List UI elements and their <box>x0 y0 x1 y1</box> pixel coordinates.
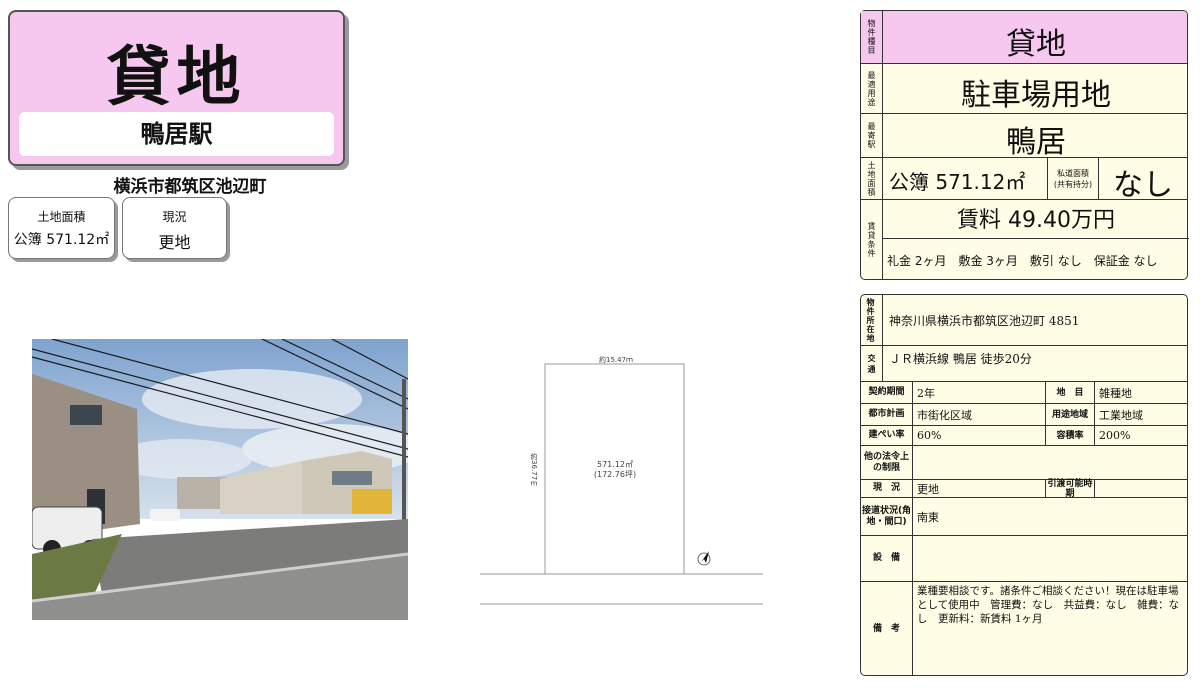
spec-private-road-label: 私道面積 <box>1057 169 1089 178</box>
spec-sheet: 物件種目 貸地 最適用途 駐車場用地 最寄駅 鴨居 土地面積 公簿 571.12… <box>860 10 1189 280</box>
area-value: 公簿 571.12㎡ <box>13 232 110 248</box>
zoning-label: 用途地域 <box>1045 404 1095 425</box>
row-other-law: 他の法令上の制限 <box>861 445 1187 479</box>
address-text: 横浜市都筑区池辺町 <box>113 177 267 197</box>
area-box: 土地面積 公簿 571.12㎡ <box>8 197 115 259</box>
plan-area-tsubo: (172.76坪) <box>593 470 637 479</box>
far-value: 200% <box>1099 429 1131 442</box>
spec-use-label: 最適用途 <box>861 64 883 113</box>
road-value: 南東 <box>917 510 939 524</box>
plan-top-dimension: 約15.47ｍ <box>599 356 634 364</box>
spec-row-rent: 賃貸条件 賃料 49.40万円 礼金 2ヶ月 敷金 3ヶ月 敷引 なし 保証金 … <box>861 199 1189 279</box>
land-cat-value: 雑種地 <box>1099 386 1132 400</box>
handover-label: 引渡可能時期 <box>1045 479 1095 499</box>
spec-station-label: 最寄駅 <box>861 114 883 157</box>
remarks-value: 業種要相談です。諸条件ご相談ください！現在は駐車場として使用中 管理費：なし 共… <box>917 585 1180 625</box>
far-label: 容積率 <box>1045 426 1095 445</box>
property-type-title: 貸地 <box>106 41 247 115</box>
spec-area-label: 土地面積 <box>861 158 883 199</box>
spec-row-use: 最適用途 駐車場用地 <box>861 63 1187 113</box>
spec-type-label: 物件種目 <box>861 11 883 63</box>
location-value: 神奈川県横浜市都筑区池辺町 4851 <box>889 313 1080 328</box>
spec-use-value: 駐車場用地 <box>961 78 1111 113</box>
road-label: 接道状況(角地・間口) <box>861 498 913 535</box>
spec-terms: 礼金 2ヶ月 敷金 3ヶ月 敷引 なし 保証金 なし <box>887 254 1158 268</box>
transport-label: 交 通 <box>861 346 884 381</box>
spec-rent-value: 賃料 49.40万円 <box>957 208 1115 233</box>
site-photo <box>32 339 408 620</box>
details-sheet: 物件所在地 神奈川県横浜市都筑区池辺町 4851 交 通 ＪＲ横浜線 鴨居 徒歩… <box>860 294 1188 676</box>
location-label: 物件所在地 <box>861 295 883 345</box>
spec-station-value: 鴨居 <box>1006 125 1066 160</box>
row-bcr: 建ぺい率 60% 容積率 200% <box>861 425 1187 445</box>
status-box: 現況 更地 <box>122 197 227 259</box>
spec-area-value: 公簿 571.12㎡ <box>889 170 1026 194</box>
station-label: 鴨居駅 <box>19 112 334 156</box>
city-plan-label: 都市計画 <box>861 404 913 425</box>
row-facilities: 設 備 <box>861 535 1187 581</box>
spec-private-road-sub: (共有持分) <box>1053 180 1093 189</box>
other-law-label: 他の法令上の制限 <box>861 446 913 479</box>
row-remarks: 備 考 業種要相談です。諸条件ご相談ください！現在は駐車場として使用中 管理費：… <box>861 581 1187 676</box>
status-value: 更地 <box>158 233 191 252</box>
rent-divider <box>883 238 1189 239</box>
contract-value: 2年 <box>917 386 935 400</box>
land-cat-label: 地 目 <box>1045 382 1095 403</box>
city-plan-value: 市街化区域 <box>917 408 972 422</box>
spec-private-road-value: なし <box>1113 168 1173 203</box>
row-contract: 契約期間 2年 地 目 雑種地 <box>861 381 1187 403</box>
spec-private-road-label-box: 私道面積 (共有持分) <box>1047 158 1099 199</box>
title-card: 貸地 鴨居駅 <box>8 10 345 166</box>
remarks-label: 備 考 <box>861 582 913 676</box>
spec-row-type: 物件種目 貸地 <box>861 11 1187 63</box>
row-status: 現 況 更地 引渡可能時期 <box>861 479 1187 499</box>
row-city-plan: 都市計画 市街化区域 用途地域 工業地域 <box>861 403 1187 425</box>
status-label-cell: 現 況 <box>861 480 913 497</box>
plot-plan: 約15.47ｍ 約36.77ｍ 571.12㎡ (172.76坪) <box>475 355 765 610</box>
status-label: 現況 <box>162 210 187 224</box>
spec-type-value: 貸地 <box>1006 27 1066 62</box>
zoning-value: 工業地域 <box>1099 408 1143 422</box>
spec-row-area: 土地面積 公簿 571.12㎡ 私道面積 (共有持分) なし <box>861 157 1187 203</box>
spec-rent-label: 賃貸条件 <box>861 200 883 279</box>
transport-value: ＪＲ横浜線 鴨居 徒歩20分 <box>889 352 1032 366</box>
row-transport: 交 通 ＪＲ横浜線 鴨居 徒歩20分 <box>861 345 1187 381</box>
bcr-label: 建ぺい率 <box>861 426 913 445</box>
spec-row-station: 最寄駅 鴨居 <box>861 113 1187 160</box>
row-road: 接道状況(角地・間口) 南東 <box>861 497 1187 535</box>
area-label: 土地面積 <box>37 210 86 224</box>
facilities-label: 設 備 <box>861 536 913 581</box>
contract-label: 契約期間 <box>861 382 913 403</box>
plan-side-dimension: 約36.77ｍ <box>530 453 538 488</box>
bcr-value: 60% <box>917 429 942 442</box>
status-value-cell: 更地 <box>917 482 939 496</box>
row-location: 物件所在地 神奈川県横浜市都筑区池辺町 4851 <box>861 295 1187 345</box>
